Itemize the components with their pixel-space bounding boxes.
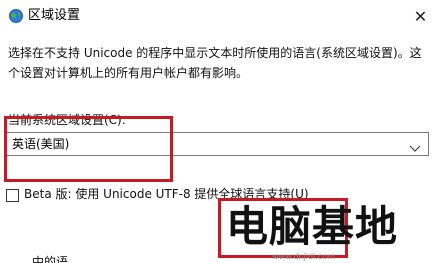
chevron-down-icon: [409, 139, 421, 152]
region-settings-dialog: 区域设置 ✕ 选择在不支持 Unicode 的程序中显示文本时所使用的语言(系统…: [0, 0, 436, 263]
close-button[interactable]: ✕: [405, 0, 436, 32]
description-text: 选择在不支持 Unicode 的程序中显示文本时所使用的语言(系统区域设置)。这…: [8, 46, 422, 80]
beta-utf8-checkbox[interactable]: [6, 189, 19, 202]
globe-icon: [8, 8, 24, 24]
watermark-logo: 电脑基地: [226, 202, 399, 251]
close-icon: ✕: [413, 6, 428, 26]
bottom-cut-text: …中的语…: [20, 255, 81, 263]
window-title: 区域设置: [28, 8, 81, 23]
title-bar: 区域设置 ✕: [0, 0, 436, 32]
highlight-box: [4, 116, 173, 182]
watermark-url: www.dnjidi.com: [272, 252, 335, 261]
